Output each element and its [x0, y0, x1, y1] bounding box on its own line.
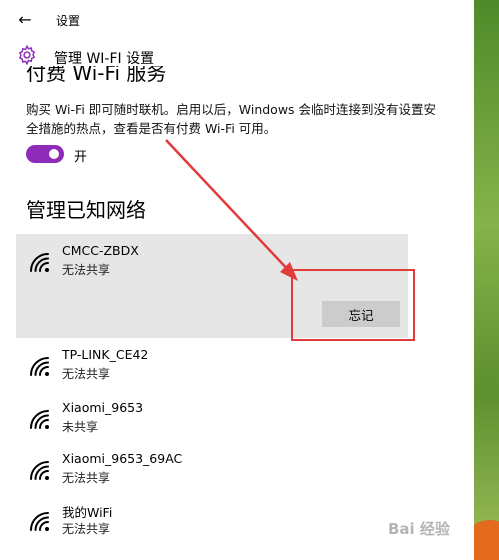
network-name: 我的WiFi [62, 505, 113, 520]
network-status: 未共享 [62, 420, 99, 434]
network-item[interactable]: TP-LINK_CE42 无法共享 [26, 345, 406, 389]
wifi-signal-icon [30, 512, 49, 531]
paid-wifi-toggle[interactable] [26, 145, 64, 163]
known-networks-title: 管理已知网络 [26, 198, 146, 222]
window-title: 设置 [56, 14, 81, 28]
network-item[interactable]: Xiaomi_9653_69AC 无法共享 [26, 449, 406, 493]
network-status: 无法共享 [62, 522, 111, 536]
network-name: CMCC-ZBDX [62, 243, 139, 258]
wifi-signal-icon [30, 357, 49, 376]
paid-wifi-description: 购买 Wi-Fi 即可随时联机。启用以后，Windows 会临时连接到没有设置安… [26, 102, 437, 136]
paid-wifi-section-title: 付费 Wi-Fi 服务 [26, 66, 167, 82]
gear-icon [18, 44, 36, 66]
network-name: TP-LINK_CE42 [62, 347, 149, 362]
title-bar: ← 设置 [0, 0, 474, 40]
wifi-signal-icon [30, 461, 49, 480]
wifi-signal-icon [30, 253, 49, 272]
network-status: 无法共享 [62, 263, 111, 277]
network-status: 无法共享 [62, 471, 111, 485]
network-name: Xiaomi_9653_69AC [62, 451, 183, 466]
network-item[interactable]: Xiaomi_9653 未共享 [26, 398, 406, 442]
back-arrow-icon[interactable]: ← [14, 9, 36, 31]
toggle-label: 开 [74, 150, 88, 165]
toggle-knob [49, 149, 59, 159]
network-item[interactable]: 我的WiFi 无法共享 [26, 500, 406, 544]
wifi-signal-icon [30, 410, 49, 429]
network-status: 无法共享 [62, 367, 111, 381]
network-name: Xiaomi_9653 [62, 400, 144, 415]
page-title: 管理 WI-FI 设置 [54, 51, 155, 67]
annotation-highlight-box [291, 269, 415, 341]
watermark: Bai 经验 [388, 520, 450, 538]
